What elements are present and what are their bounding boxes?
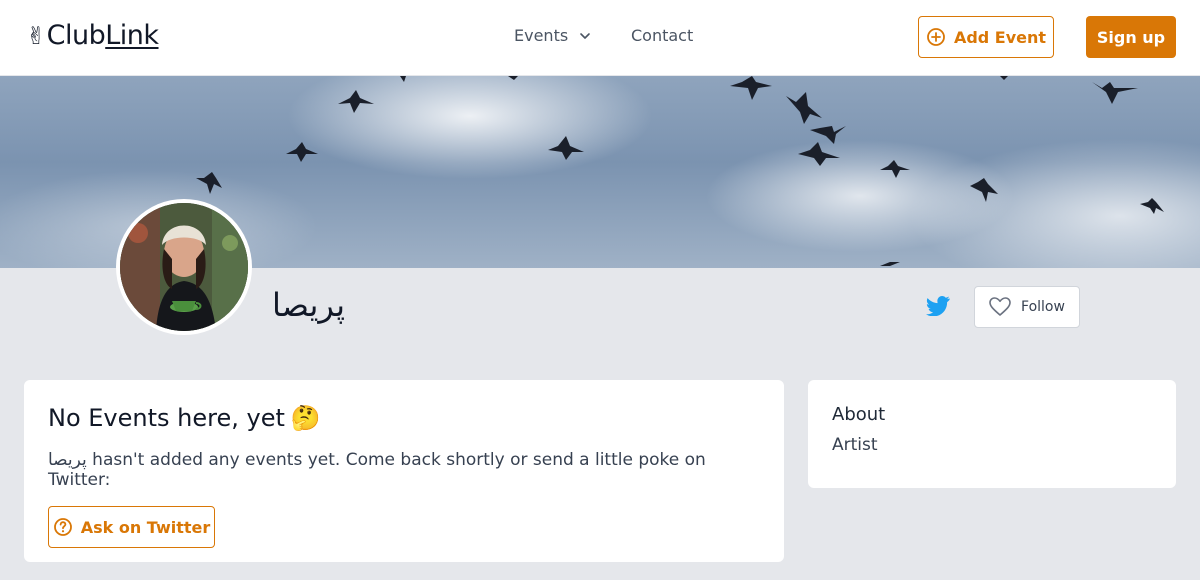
nav-events-dropdown[interactable]: Events bbox=[514, 26, 592, 45]
nav-events-label: Events bbox=[514, 26, 569, 45]
avatar-photo bbox=[120, 203, 248, 331]
question-circle-icon bbox=[53, 518, 72, 536]
message-text: hasn't added any events yet. Come back s… bbox=[48, 450, 706, 490]
thinking-face-icon: 🤔 bbox=[290, 404, 321, 432]
chevron-down-icon bbox=[580, 32, 590, 39]
profile-avatar bbox=[116, 199, 252, 335]
logo-text-link: Link bbox=[105, 20, 159, 51]
clublink-logo[interactable]: ✌ Club Link bbox=[26, 20, 159, 51]
twitter-icon[interactable] bbox=[926, 296, 950, 316]
about-title: About bbox=[832, 404, 886, 425]
about-card: About Artist bbox=[808, 380, 1176, 488]
about-role: Artist bbox=[832, 435, 878, 455]
plus-circle-icon bbox=[927, 28, 945, 46]
events-title-text: No Events here, yet bbox=[48, 404, 285, 432]
ask-on-twitter-button[interactable]: Ask on Twitter bbox=[48, 506, 215, 548]
events-card-title: No Events here, yet 🤔 bbox=[48, 404, 760, 432]
follow-button[interactable]: Follow bbox=[974, 286, 1080, 328]
top-navbar: ✌ Club Link Events Contact Add Event Sig… bbox=[0, 0, 1200, 76]
profile-name: پریصا bbox=[272, 286, 345, 324]
nav-contact-link[interactable]: Contact bbox=[631, 26, 693, 45]
add-event-label: Add Event bbox=[953, 27, 1047, 47]
follow-label: Follow bbox=[1021, 299, 1065, 315]
events-card: No Events here, yet 🤔 پریصا hasn't added… bbox=[24, 380, 784, 562]
ask-on-twitter-label: Ask on Twitter bbox=[80, 517, 211, 537]
heart-icon bbox=[989, 297, 1011, 316]
signup-button[interactable]: Sign up bbox=[1086, 16, 1176, 58]
events-empty-message: پریصا hasn't added any events yet. Come … bbox=[48, 450, 760, 490]
logo-text-club: Club bbox=[46, 20, 106, 51]
victory-hand-icon: ✌ bbox=[26, 21, 46, 50]
message-user-name: پریصا bbox=[48, 450, 87, 470]
add-event-button[interactable]: Add Event bbox=[918, 16, 1054, 58]
